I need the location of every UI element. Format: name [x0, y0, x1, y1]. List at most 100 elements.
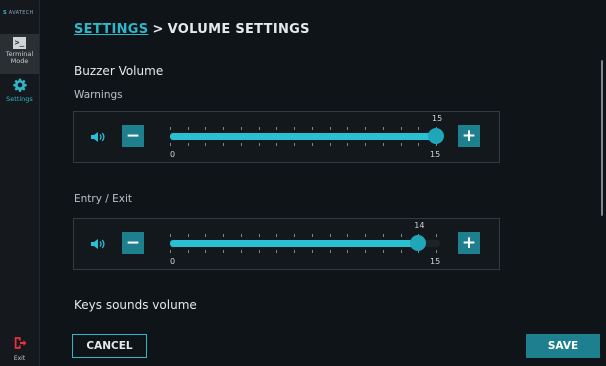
slider-tick — [365, 127, 367, 130]
slider-tick — [365, 143, 367, 146]
slider-tick — [400, 127, 402, 130]
sidebar-item-terminal-mode[interactable]: >_ Terminal Mode — [0, 34, 39, 74]
slider-tick — [223, 234, 225, 237]
slider-current-value: 15 — [432, 114, 443, 123]
slider-tick — [418, 127, 420, 130]
slider-tick — [418, 143, 420, 146]
warnings-increase-button[interactable]: + — [458, 125, 480, 147]
sidebar-item-label: Settings — [6, 95, 33, 103]
warnings-slider-handle[interactable] — [428, 128, 444, 144]
slider-tick — [311, 127, 313, 130]
entry-exit-slider-panel: − 14 0 15 + — [73, 218, 500, 270]
slider-tick — [240, 127, 242, 130]
slider-fill — [170, 240, 419, 247]
slider-tick — [276, 127, 278, 130]
keys-sounds-volume-title: Keys sounds volume — [74, 298, 197, 312]
slider-tick — [365, 234, 367, 237]
sidebar: S AVATECH >_ Terminal Mode Settings Exit — [0, 0, 40, 366]
slider-tick — [329, 143, 331, 146]
slider-tick — [187, 143, 189, 146]
slider-tick — [223, 250, 225, 253]
speaker-icon — [91, 239, 105, 249]
slider-tick — [329, 127, 331, 130]
slider-tick — [240, 250, 242, 253]
slider-tick — [347, 143, 349, 146]
slider-tick — [400, 143, 402, 146]
slider-tick — [258, 250, 260, 253]
brand-name: AVATECH — [8, 10, 34, 16]
slider-tick — [347, 127, 349, 130]
slider-min-label: 0 — [170, 150, 176, 159]
gear-icon — [12, 78, 27, 92]
brand-logo: S AVATECH — [3, 10, 34, 16]
slider-tick — [258, 127, 260, 130]
scrollbar[interactable] — [601, 60, 603, 216]
slider-tick — [205, 234, 207, 237]
slider-tick — [400, 250, 402, 253]
slider-tick — [187, 127, 189, 130]
sidebar-item-settings[interactable]: Settings — [0, 78, 39, 108]
exit-icon — [14, 337, 26, 349]
slider-tick — [240, 234, 242, 237]
slider-tick — [436, 250, 437, 253]
slider-tick — [170, 127, 171, 130]
terminal-icon: >_ — [13, 37, 26, 49]
slider-tick — [311, 234, 313, 237]
entry-exit-decrease-button[interactable]: − — [122, 232, 144, 254]
slider-tick — [294, 234, 296, 237]
sidebar-item-label: Terminal Mode — [5, 50, 34, 65]
slider-fill — [170, 133, 436, 140]
slider-tick — [187, 250, 189, 253]
entry-exit-label: Entry / Exit — [74, 193, 133, 205]
slider-tick — [347, 234, 349, 237]
slider-tick — [365, 250, 367, 253]
page-title: VOLUME SETTINGS — [167, 22, 310, 37]
slider-tick — [294, 127, 296, 130]
slider-tick — [223, 127, 225, 130]
slider-max-label: 15 — [430, 257, 441, 266]
breadcrumb-separator: > — [152, 22, 164, 37]
slider-tick — [294, 143, 296, 146]
slider-tick — [258, 143, 260, 146]
slider-tick — [170, 143, 171, 146]
slider-tick — [276, 143, 278, 146]
slider-tick — [240, 143, 242, 146]
slider-tick — [223, 143, 225, 146]
slider-max-label: 15 — [430, 150, 441, 159]
exit-button[interactable]: Exit — [0, 336, 39, 362]
buzzer-volume-title: Buzzer Volume — [74, 64, 164, 78]
slider-tick — [329, 250, 331, 253]
slider-tick — [276, 234, 278, 237]
breadcrumb-settings-link[interactable]: SETTINGS — [74, 22, 148, 37]
save-button[interactable]: SAVE — [526, 334, 600, 358]
slider-tick — [382, 143, 384, 146]
slider-tick — [347, 250, 349, 253]
slider-tick — [205, 250, 207, 253]
slider-tick — [276, 250, 278, 253]
slider-tick — [400, 234, 402, 237]
slider-tick — [294, 250, 296, 253]
slider-tick — [170, 234, 171, 237]
entry-exit-increase-button[interactable]: + — [458, 232, 480, 254]
slider-tick — [187, 234, 189, 237]
slider-min-label: 0 — [170, 257, 176, 266]
warnings-label: Warnings — [74, 89, 123, 101]
speaker-icon — [91, 132, 105, 142]
breadcrumb: SETTINGS > VOLUME SETTINGS — [74, 22, 310, 37]
slider-tick — [382, 127, 384, 130]
slider-tick — [205, 127, 207, 130]
warnings-slider-panel: − 15 0 15 + — [73, 111, 500, 163]
slider-tick — [311, 250, 313, 253]
slider-current-value: 14 — [414, 221, 425, 230]
slider-tick — [311, 143, 313, 146]
slider-tick — [382, 250, 384, 253]
slider-tick — [436, 234, 437, 237]
exit-label: Exit — [13, 355, 26, 362]
slider-tick — [258, 234, 260, 237]
cancel-button[interactable]: CANCEL — [72, 334, 147, 358]
slider-tick — [382, 234, 384, 237]
slider-tick — [170, 250, 171, 253]
slider-tick — [205, 143, 207, 146]
warnings-decrease-button[interactable]: − — [122, 125, 144, 147]
slider-tick — [329, 234, 331, 237]
